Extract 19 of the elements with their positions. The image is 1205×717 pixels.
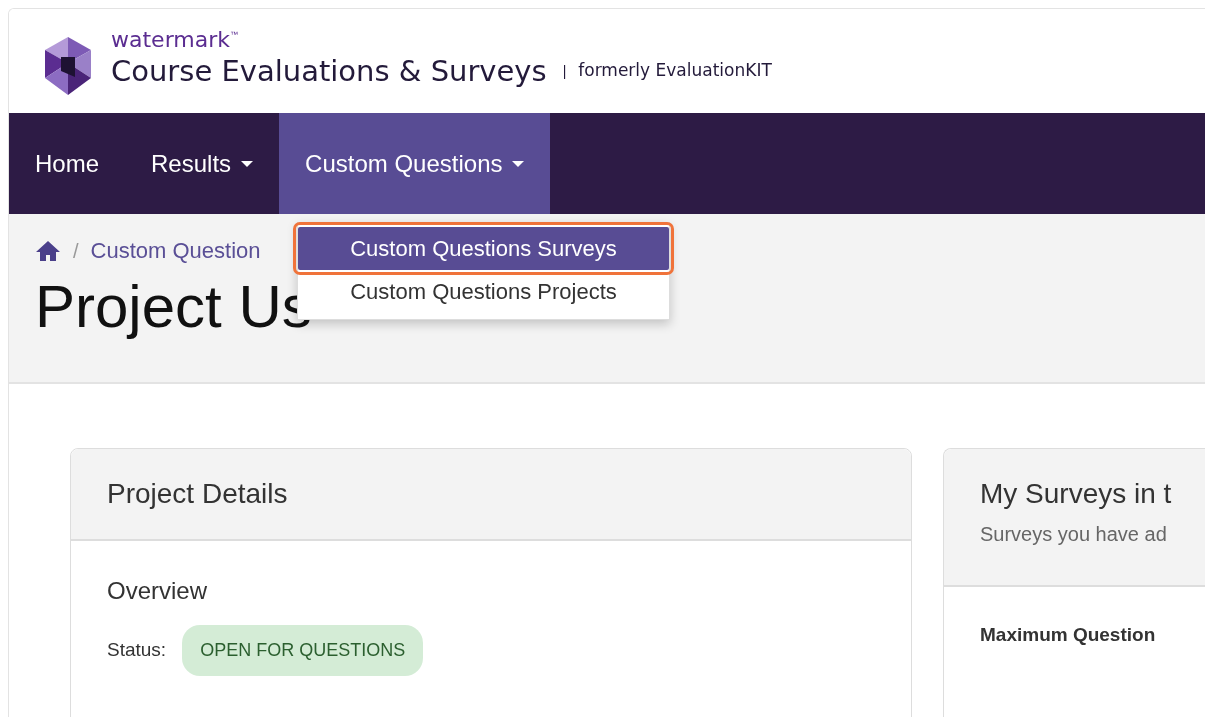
breadcrumb-link[interactable]: Custom Question <box>90 234 261 267</box>
nav-item[interactable]: Home <box>9 113 126 214</box>
field-label: Maximum Question <box>980 622 1157 647</box>
nav-item[interactable]: Results <box>125 113 280 214</box>
card-subtitle: Surveys you have ad <box>980 521 1168 547</box>
nav-item[interactable]: Custom Questions <box>279 113 551 214</box>
product-name: Course Evaluations & Surveys <box>111 54 547 88</box>
brand-name: watermark <box>111 27 230 52</box>
separator-mark: | <box>562 61 567 81</box>
card-title: Project Details <box>107 477 289 511</box>
status-badge: OPEN FOR QUESTIONS <box>182 624 424 676</box>
trademark-sign: ™ <box>230 30 238 39</box>
section-heading: Overview <box>107 575 209 606</box>
menu-item[interactable]: Custom Questions Projects <box>298 270 669 313</box>
status-label: Status: <box>107 637 167 662</box>
card-title: My Surveys in t <box>980 477 1169 511</box>
home-icon[interactable] <box>35 239 61 262</box>
breadcrumb-divider: / <box>73 238 79 264</box>
tagline: formerly EvaluationKIT <box>578 59 772 83</box>
